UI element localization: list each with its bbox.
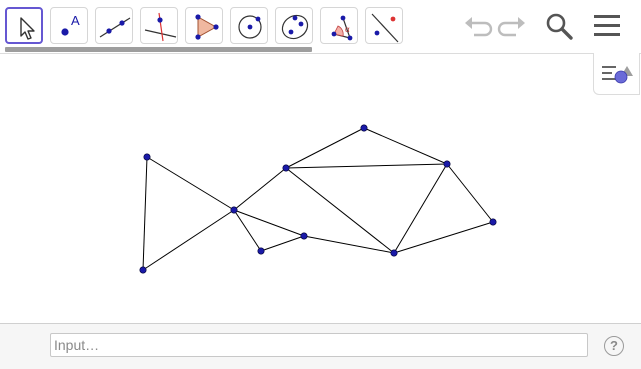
segment[interactable] bbox=[393, 221, 494, 254]
hamburger-menu-icon bbox=[594, 15, 620, 36]
point[interactable] bbox=[257, 247, 265, 255]
point[interactable] bbox=[390, 249, 398, 257]
arrow-pointer-icon bbox=[20, 17, 35, 40]
line-through-points-icon bbox=[99, 17, 131, 38]
angle-tool[interactable]: α bbox=[320, 7, 358, 44]
segment[interactable] bbox=[285, 127, 365, 169]
redo-icon bbox=[497, 17, 525, 37]
redo-button[interactable] bbox=[497, 10, 529, 42]
graphics-canvas[interactable] bbox=[0, 54, 641, 324]
segment[interactable] bbox=[142, 156, 148, 271]
toolbar: A α bbox=[0, 0, 641, 53]
point[interactable] bbox=[360, 124, 368, 132]
search-icon bbox=[546, 13, 573, 40]
help-icon: ? bbox=[610, 338, 618, 353]
main-menu-button[interactable] bbox=[591, 10, 623, 42]
segment[interactable] bbox=[233, 167, 287, 211]
segment[interactable] bbox=[285, 163, 448, 169]
help-button[interactable]: ? bbox=[604, 336, 624, 356]
undo-button[interactable] bbox=[461, 10, 493, 42]
point[interactable] bbox=[139, 266, 147, 274]
polygon-tool[interactable] bbox=[185, 7, 223, 44]
segment[interactable] bbox=[233, 209, 262, 252]
segment[interactable] bbox=[260, 235, 305, 252]
segment[interactable] bbox=[285, 167, 395, 254]
segment[interactable] bbox=[233, 209, 305, 237]
conic-tool[interactable] bbox=[275, 7, 313, 44]
segment[interactable] bbox=[393, 163, 448, 254]
perpendicular-line-tool[interactable] bbox=[140, 7, 178, 44]
ellipse-points-icon bbox=[281, 14, 309, 40]
input-bar: ? bbox=[0, 323, 641, 369]
segment[interactable] bbox=[446, 163, 494, 223]
move-tool[interactable] bbox=[5, 7, 43, 44]
input-field[interactable] bbox=[50, 333, 588, 357]
point-tool[interactable]: A bbox=[50, 7, 88, 44]
segment[interactable] bbox=[142, 209, 235, 271]
perpendicular-line-icon bbox=[144, 12, 177, 42]
point-A-icon: A bbox=[61, 13, 80, 36]
reflect-about-line-icon bbox=[371, 13, 399, 43]
angle-alpha-icon: α bbox=[331, 15, 353, 41]
undo-icon bbox=[465, 17, 493, 37]
reflect-tool[interactable] bbox=[365, 7, 403, 44]
point[interactable] bbox=[230, 206, 238, 214]
graphics-view[interactable] bbox=[0, 54, 641, 324]
segment[interactable] bbox=[363, 127, 448, 165]
point[interactable] bbox=[300, 232, 308, 240]
circle-tool[interactable] bbox=[230, 7, 268, 44]
point[interactable] bbox=[143, 153, 151, 161]
point[interactable] bbox=[443, 160, 451, 168]
circle-center-point-icon bbox=[238, 15, 262, 39]
algebra-view-icon bbox=[602, 66, 633, 84]
point[interactable] bbox=[282, 164, 290, 172]
line-tool[interactable] bbox=[95, 7, 133, 44]
point[interactable] bbox=[489, 218, 497, 226]
polygon-triangle-icon bbox=[195, 14, 219, 40]
algebra-view-toggle[interactable] bbox=[593, 53, 640, 95]
segment[interactable] bbox=[303, 235, 395, 254]
toolbar-scrollbar[interactable] bbox=[5, 47, 312, 52]
search-button[interactable] bbox=[543, 10, 575, 42]
segment[interactable] bbox=[146, 156, 235, 211]
point-tool-label: A bbox=[71, 13, 80, 28]
angle-tool-label: α bbox=[345, 25, 350, 34]
